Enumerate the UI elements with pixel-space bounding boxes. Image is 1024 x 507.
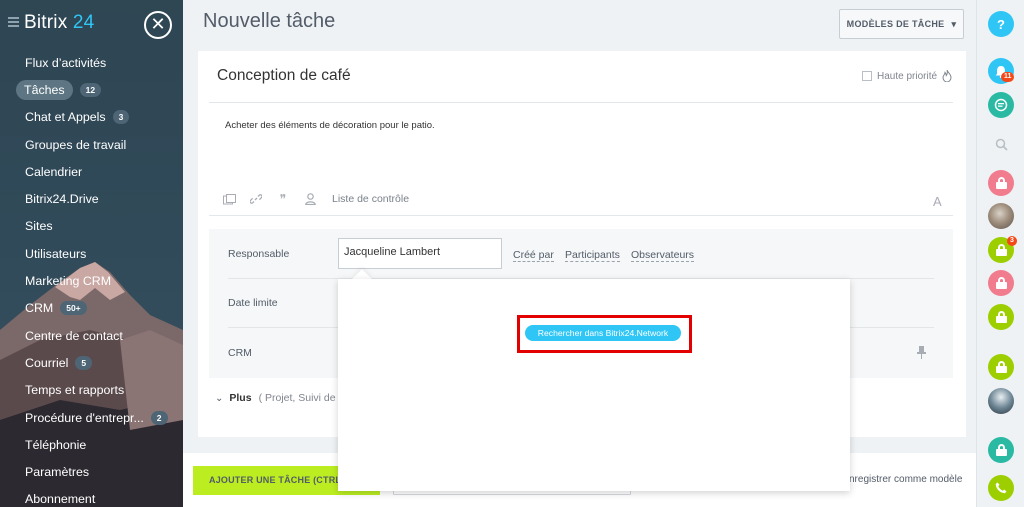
high-priority-label: Haute priorité: [877, 70, 938, 82]
templates-button-label: MODÈLES DE TÂCHE: [846, 19, 945, 29]
sidebar-item-label: Utilisateurs: [25, 246, 87, 261]
attach-file-icon[interactable]: [222, 192, 236, 206]
sidebar-item-label: Marketing CRM: [25, 274, 112, 289]
user-selector-popup: [338, 279, 850, 491]
sidebar-item-label: Flux d’activités: [25, 55, 107, 70]
observers-link[interactable]: Observateurs: [631, 249, 695, 262]
divider: [209, 102, 953, 103]
sidebar-item-label: Calendrier: [25, 164, 83, 179]
sidebar-item-label: Groupes de travail: [25, 137, 127, 152]
sidebar-item-counter: 3: [112, 110, 130, 125]
phone-icon[interactable]: [988, 475, 1014, 501]
sidebar-item-label: Procédure d'entrepr...: [25, 410, 144, 425]
sidebar-item[interactable]: Abonnement: [0, 486, 183, 507]
sidebar-item-label: CRM: [25, 301, 54, 316]
editor-toolbar: ❞ Liste de contrôle: [222, 190, 409, 208]
sidebar-item[interactable]: Bitrix24.Drive: [0, 185, 183, 212]
pin-icon[interactable]: [917, 346, 926, 359]
menu-icon[interactable]: [8, 17, 19, 27]
high-priority-toggle[interactable]: Haute priorité: [862, 70, 952, 82]
user-avatar[interactable]: [988, 203, 1014, 229]
fire-icon: [942, 70, 952, 82]
sidebar-item-counter: 12: [79, 82, 102, 97]
high-priority-checkbox[interactable]: [862, 71, 872, 81]
notifications-count-badge: 11: [1001, 72, 1015, 82]
sidebar-item-counter: 50+: [60, 301, 87, 316]
more-hint: ( Projet, Suivi de: [258, 392, 336, 404]
sidebar-menu: Flux d’activités Tâches 12 Chat et Appels 3 G…: [0, 49, 183, 507]
created-by-link[interactable]: Créé par: [513, 249, 554, 262]
sidebar-item-label: Tâches: [16, 79, 73, 100]
sidebar-item-counter: 2: [150, 410, 168, 425]
link-icon[interactable]: [249, 192, 263, 206]
chat-count-badge: 3: [1007, 236, 1017, 246]
locked-chat-icon[interactable]: [988, 354, 1014, 380]
sidebar-item[interactable]: Sites: [0, 213, 183, 240]
chevron-down-icon: ▾: [951, 18, 957, 29]
sidebar-item[interactable]: Centre de contact: [0, 322, 183, 349]
left-sidebar: Bitrix 24 ✕ Flux d’activités Tâches 12 Chat…: [0, 0, 183, 507]
sidebar-item[interactable]: CRM 50+: [0, 295, 183, 322]
sidebar-item[interactable]: Groupes de travail: [0, 131, 183, 158]
participants-link[interactable]: Participants: [565, 249, 620, 262]
text-format-button[interactable]: A: [933, 194, 942, 209]
mention-user-icon[interactable]: [303, 192, 317, 206]
page-title: Nouvelle tâche: [203, 10, 336, 32]
more-options-toggle[interactable]: ⌄ Plus ( Projet, Suivi de: [215, 392, 336, 404]
sidebar-item[interactable]: Paramètres: [0, 458, 183, 485]
search-bitrix24-network-button[interactable]: Rechercher dans Bitrix24.Network: [525, 325, 681, 341]
sidebar-item[interactable]: Chat et Appels 3: [0, 104, 183, 131]
bitrix24-logo: Bitrix 24: [24, 12, 95, 33]
responsible-input[interactable]: Jacqueline Lambert: [338, 238, 502, 269]
sidebar-item[interactable]: Tâches 12: [0, 76, 183, 103]
sidebar-item-label: Centre de contact: [25, 328, 123, 343]
sidebar-item[interactable]: Marketing CRM: [0, 267, 183, 294]
sidebar-item[interactable]: Courriel 5: [0, 349, 183, 376]
sidebar-item-label: Temps et rapports: [25, 383, 125, 398]
quote-icon[interactable]: ❞: [276, 192, 290, 206]
search-icon[interactable]: [988, 131, 1014, 157]
locked-chat-icon[interactable]: [988, 270, 1014, 296]
sidebar-item-label: Téléphonie: [25, 437, 87, 452]
locked-chat-icon[interactable]: [988, 304, 1014, 330]
user-avatar[interactable]: [988, 388, 1014, 414]
sidebar-item[interactable]: Flux d’activités: [0, 49, 183, 76]
divider: [209, 215, 953, 216]
close-icon[interactable]: ✕: [144, 11, 172, 39]
sidebar-item-label: Sites: [25, 219, 53, 234]
chevron-down-icon: ⌄: [215, 392, 224, 404]
task-templates-button[interactable]: MODÈLES DE TÂCHE ▾: [839, 9, 964, 39]
sidebar-item[interactable]: Téléphonie: [0, 431, 183, 458]
locked-chat-icon[interactable]: [988, 437, 1014, 463]
sidebar-item-label: Paramètres: [25, 465, 90, 480]
checklist-button[interactable]: Liste de contrôle: [332, 193, 409, 205]
deadline-label: Date limite: [228, 297, 278, 309]
save-as-template-link[interactable]: nregistrer comme modèle: [849, 474, 962, 485]
task-description-editor[interactable]: Acheter des éléments de décoration pour …: [225, 120, 435, 131]
responsible-label: Responsable: [228, 248, 290, 260]
sidebar-item-label: Bitrix24.Drive: [25, 192, 99, 207]
sidebar-item-label: Chat et Appels: [25, 110, 106, 125]
more-label: Plus: [229, 392, 252, 404]
sidebar-item-label: Courriel: [25, 355, 69, 370]
help-icon[interactable]: ?: [988, 11, 1014, 37]
sidebar-item-counter: 5: [75, 355, 93, 370]
sidebar-item[interactable]: Utilisateurs: [0, 240, 183, 267]
task-title-input[interactable]: Conception de café: [217, 67, 351, 85]
locked-chat-icon[interactable]: [988, 170, 1014, 196]
sidebar-item[interactable]: Procédure d'entrepr... 2: [0, 404, 183, 431]
sidebar-item-label: Abonnement: [25, 492, 96, 507]
sidebar-item[interactable]: Temps et rapports: [0, 377, 183, 404]
crm-label: CRM: [228, 347, 252, 359]
chat-icon[interactable]: [988, 92, 1014, 118]
sidebar-item[interactable]: Calendrier: [0, 158, 183, 185]
